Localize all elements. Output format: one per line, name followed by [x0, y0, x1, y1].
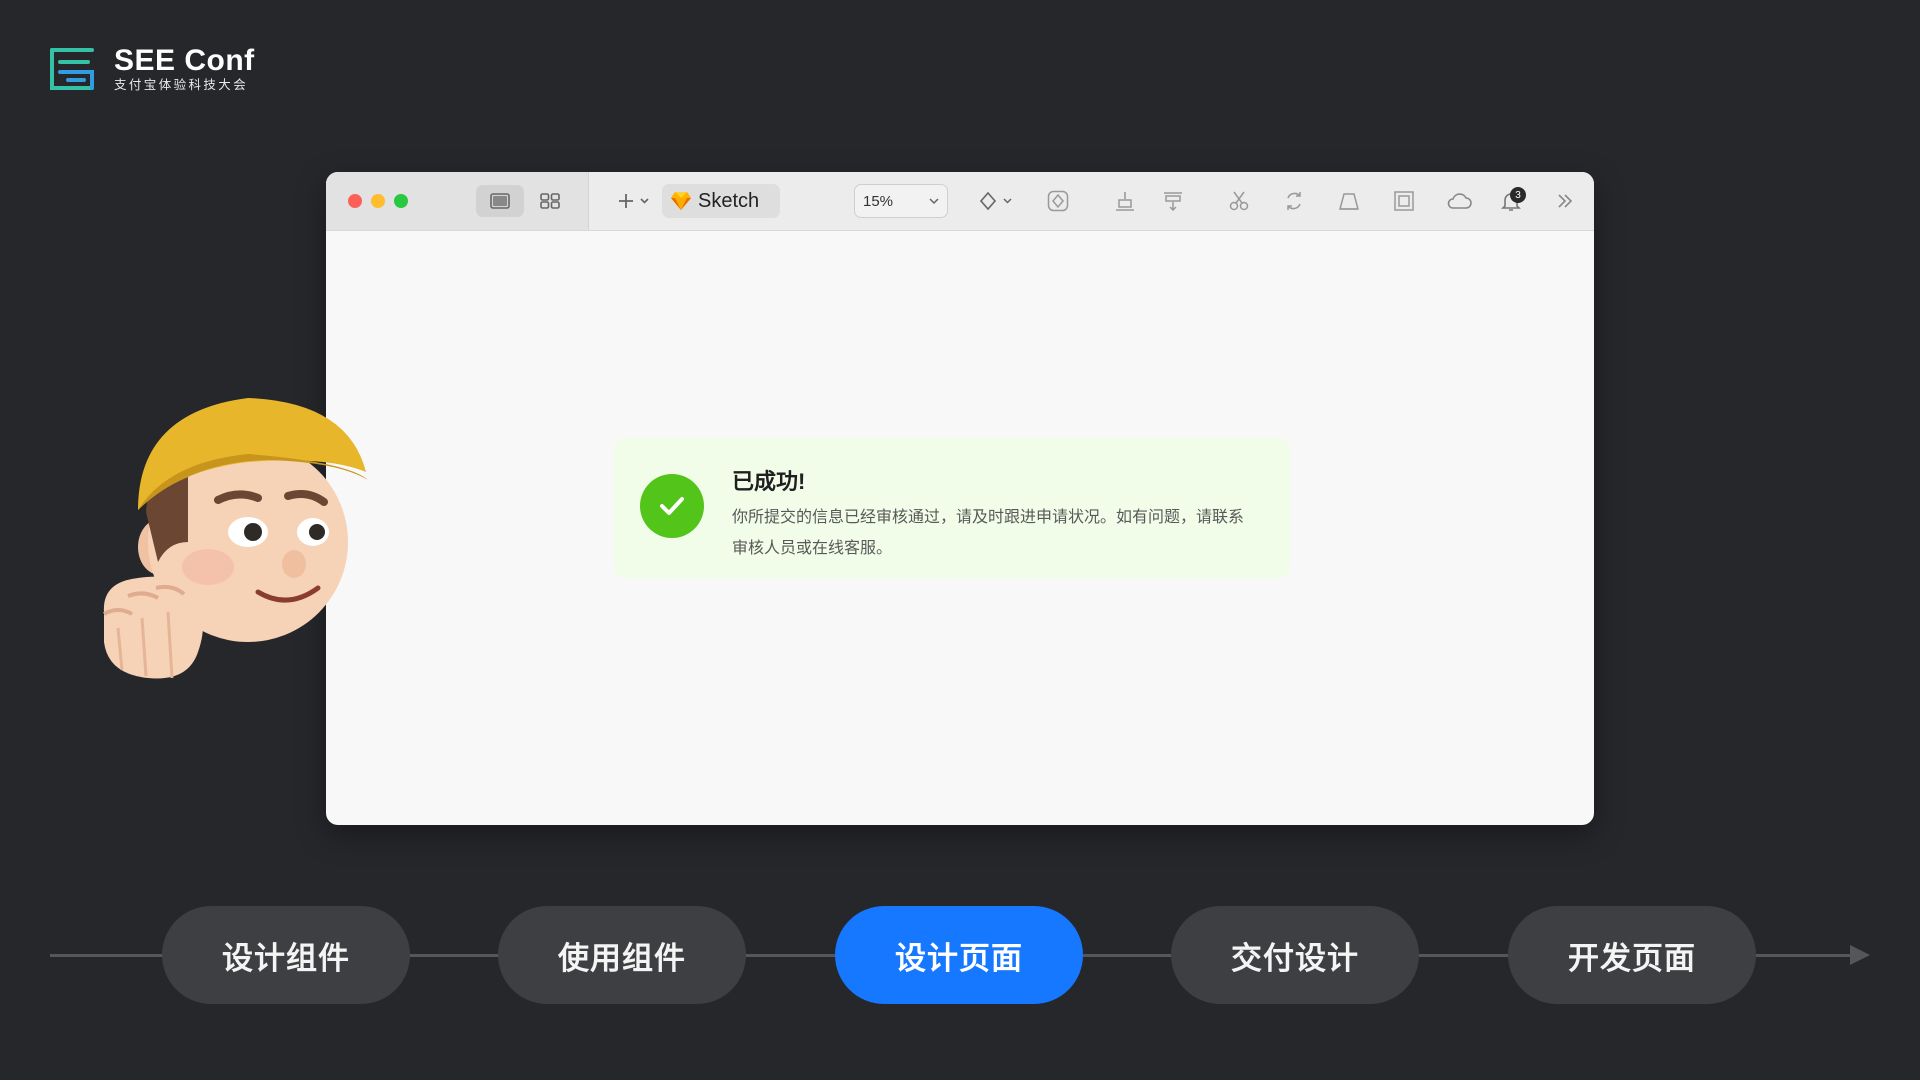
chevron-double-right-icon [1558, 194, 1573, 208]
grid-view-button[interactable] [526, 185, 574, 217]
cloud-icon [1447, 193, 1472, 209]
zoom-value: 15% [863, 192, 894, 210]
plus-icon [619, 194, 649, 208]
rotate-icon [1287, 192, 1301, 210]
zoom-select[interactable]: 15% [854, 184, 948, 218]
step-label: 使用组件 [558, 940, 686, 976]
step-use-components[interactable]: 使用组件 [498, 906, 746, 1004]
step-design-components[interactable]: 设计组件 [162, 906, 410, 1004]
frame-icon [1394, 191, 1414, 211]
notification-badge: 3 [1510, 187, 1526, 203]
step-label: 交付设计 [1231, 940, 1359, 976]
document-name: Sketch [698, 189, 760, 212]
see-conf-logo-icon [50, 48, 94, 90]
step-design-pages[interactable]: 设计页面 [835, 906, 1083, 1004]
logo-subtitle: 支付宝体验科技大会 [114, 78, 249, 92]
alert-description: 你所提交的信息已经审核通过，请及时跟进申请状况。如有问题，请联系审核人员或在线客… [732, 509, 1245, 557]
more-toolbar-button[interactable] [1548, 185, 1582, 217]
success-alert: 已成功! 你所提交的信息已经审核通过，请及时跟进申请状况。如有问题，请联系审核人… [614, 438, 1290, 578]
document-chip[interactable]: Sketch [662, 184, 780, 218]
sketch-diamond-icon [671, 192, 691, 210]
chevron-down-icon [929, 198, 939, 205]
transform-button[interactable] [1332, 185, 1366, 217]
symbol-diamond-icon [979, 191, 1012, 211]
component-icon [1047, 190, 1069, 212]
step-label: 设计页面 [895, 940, 1023, 976]
insert-button[interactable] [612, 185, 656, 217]
logo-title: SEE Conf [114, 44, 255, 77]
sketch-window: Sketch 15% 3 已成功! 你所提交的信息已经审核通过，请及时跟进申请状… [326, 172, 1594, 825]
step-label: 开发页面 [1568, 940, 1696, 976]
minimize-window-button[interactable] [371, 194, 385, 208]
align-top-icon [1164, 192, 1182, 212]
grid-view-icon [540, 193, 560, 209]
alert-title: 已成功! [732, 469, 806, 494]
window-toolbar: Sketch 15% 3 [326, 172, 1594, 231]
step-label: 设计组件 [222, 940, 350, 976]
maximize-window-button[interactable] [394, 194, 408, 208]
canvas-view-button[interactable] [476, 185, 524, 217]
cloud-button[interactable] [1442, 185, 1476, 217]
distribute-button[interactable] [1156, 185, 1190, 217]
step-develop-pages[interactable]: 开发页面 [1508, 906, 1756, 1004]
close-window-button[interactable] [348, 194, 362, 208]
scissors-button[interactable] [1222, 185, 1256, 217]
create-symbol-button[interactable] [1041, 185, 1075, 217]
step-deliver-design[interactable]: 交付设计 [1171, 906, 1419, 1004]
conference-logo: SEE Conf 支付宝体验科技大会 [48, 44, 255, 94]
rotate-button[interactable] [1277, 185, 1311, 217]
align-bottom-icon [1116, 192, 1134, 211]
timeline-arrow-icon [1850, 945, 1870, 965]
notifications-button[interactable]: 3 [1494, 185, 1528, 217]
transform-icon [1339, 193, 1359, 210]
align-bottom-button[interactable] [1108, 185, 1142, 217]
symbol-menu-button[interactable] [976, 185, 1020, 217]
character-avatar-icon [103, 398, 368, 679]
flatten-button[interactable] [1387, 185, 1421, 217]
check-circle-icon [640, 474, 704, 538]
canvas-view-icon [490, 193, 510, 209]
scissors-icon [1229, 191, 1249, 211]
